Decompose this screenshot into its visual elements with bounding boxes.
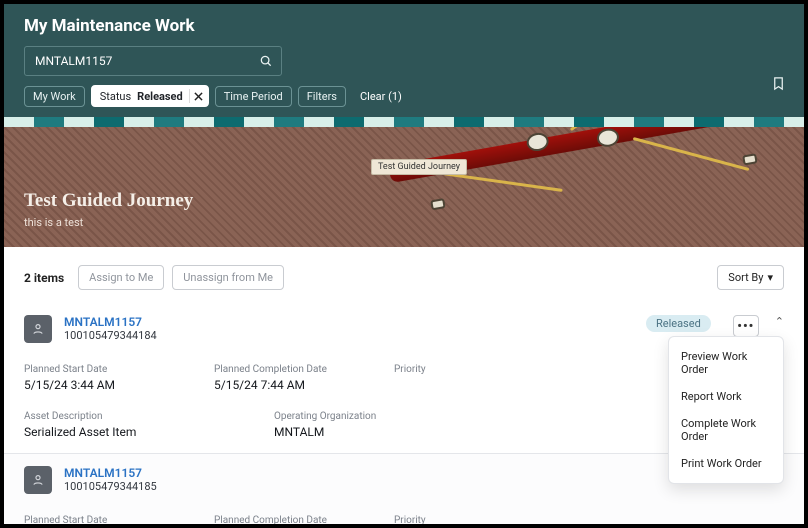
status-badge: Released <box>646 315 711 332</box>
chip-status-released[interactable]: Status Released <box>91 85 209 107</box>
asset-desc-label: Asset Description <box>24 411 103 422</box>
planned-start-value: 5/15/24 3:44 AM <box>24 378 214 392</box>
hero-illustration <box>198 117 770 247</box>
app-frame: My Maintenance Work My Work Status Relea… <box>4 4 804 524</box>
planned-completion-value: 5/15/24 7:44 AM <box>214 378 394 392</box>
operating-org-label: Operating Organization <box>274 411 376 422</box>
assign-to-me-button[interactable]: Assign to Me <box>78 265 164 290</box>
work-order-id: 100105479344185 <box>64 480 157 493</box>
planned-completion-label: Planned Completion Date <box>214 515 327 524</box>
list-toolbar: 2 items Assign to Me Unassign from Me So… <box>4 247 804 302</box>
items-count: 2 items <box>24 271 64 285</box>
priority-label: Priority <box>394 364 426 375</box>
unassign-from-me-button[interactable]: Unassign from Me <box>172 265 284 290</box>
chip-time-period[interactable]: Time Period <box>215 86 292 107</box>
menu-item-complete-work-order[interactable]: Complete Work Order <box>669 410 783 450</box>
priority-label: Priority <box>394 515 426 524</box>
collapse-icon[interactable]: ⌃ <box>775 315 784 328</box>
work-order-link[interactable]: MNTALM1157 <box>64 466 157 480</box>
actions-menu: Preview Work Order Report Work Complete … <box>668 336 784 484</box>
chip-filters[interactable]: Filters <box>298 86 346 107</box>
page-title: My Maintenance Work <box>24 16 784 36</box>
planned-start-label: Planned Start Date <box>24 515 107 524</box>
search-icon[interactable] <box>259 54 273 68</box>
avatar-icon <box>24 466 52 494</box>
hero-text: Test Guided Journey this is a test <box>24 190 193 229</box>
hero-title: Test Guided Journey <box>24 190 193 212</box>
hero-tooltip: Test Guided Journey <box>371 159 467 175</box>
sort-by-label: Sort By <box>728 271 763 284</box>
filter-chips-row: My Work Status Released Time Period Filt… <box>24 85 784 107</box>
menu-item-preview-work-order[interactable]: Preview Work Order <box>669 343 783 383</box>
chip-my-work[interactable]: My Work <box>24 86 85 107</box>
avatar-icon <box>24 315 52 343</box>
work-order-link[interactable]: MNTALM1157 <box>64 315 157 329</box>
asset-desc-value: Serialized Asset Item <box>24 425 274 439</box>
more-actions-button[interactable]: ••• <box>733 315 759 337</box>
bookmark-icon[interactable] <box>771 76 786 95</box>
menu-item-print-work-order[interactable]: Print Work Order <box>669 450 783 477</box>
caret-down-icon: ▾ <box>767 271 773 284</box>
page-header: My Maintenance Work My Work Status Relea… <box>4 4 804 117</box>
close-icon[interactable] <box>189 89 203 103</box>
hero-banner: Test Guided Journey Test Guided Journey … <box>4 117 804 247</box>
chip-status-value: Released <box>137 90 183 103</box>
chip-status-prefix: Status <box>100 90 131 103</box>
hero-subtitle: this is a test <box>24 216 193 229</box>
sort-by-button[interactable]: Sort By ▾ <box>717 265 784 290</box>
work-order-id: 100105479344184 <box>64 329 157 342</box>
search-input[interactable] <box>35 54 259 68</box>
menu-item-report-work[interactable]: Report Work <box>669 383 783 410</box>
search-field[interactable] <box>24 46 282 76</box>
clear-filters-link[interactable]: Clear (1) <box>360 90 402 103</box>
planned-start-label: Planned Start Date <box>24 364 107 375</box>
planned-completion-label: Planned Completion Date <box>214 364 327 375</box>
